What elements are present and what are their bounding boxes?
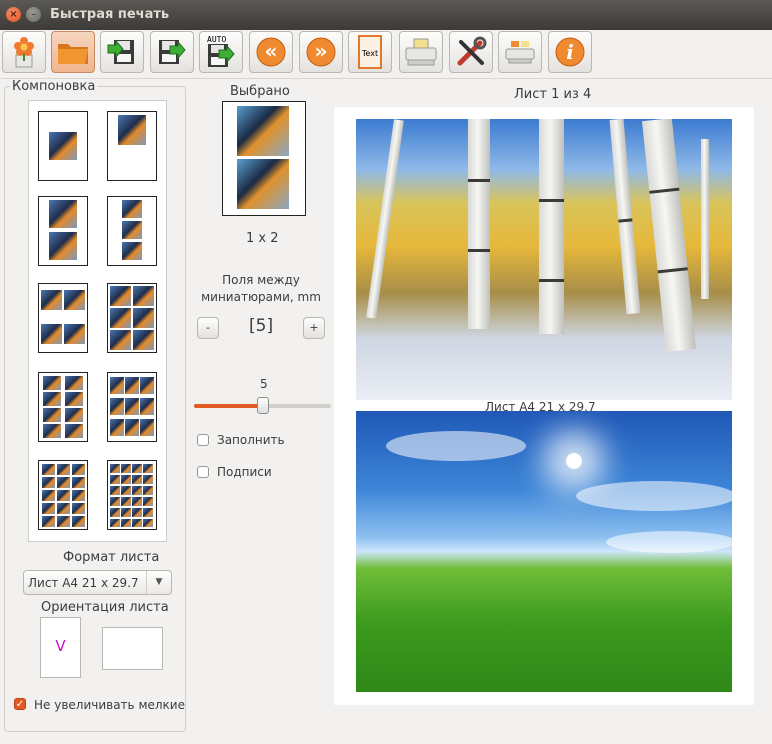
layout-options-list[interactable] — [28, 100, 167, 542]
layout-thumb-3x3[interactable] — [107, 372, 157, 442]
fill-checkbox[interactable] — [197, 434, 209, 446]
about-button[interactable]: i — [548, 31, 592, 73]
selected-grid-size: 1 x 2 — [246, 231, 279, 246]
info-icon: i — [555, 37, 585, 67]
sheet-format-label: Формат листа — [63, 550, 160, 565]
sheet-format-select[interactable]: Лист А4 21 x 29.7 ▼ — [23, 570, 172, 595]
layout-thumb-1x3[interactable] — [107, 196, 157, 266]
no-enlarge-label: Не увеличивать мелкие — [34, 698, 185, 712]
save-in-icon — [107, 39, 134, 64]
svg-text:»: » — [315, 39, 328, 63]
save-out-icon — [159, 40, 186, 64]
svg-text:«: « — [265, 39, 278, 63]
layout-group-label: Компоновка — [10, 79, 98, 94]
preview-photo-meadow-sky — [356, 411, 732, 692]
layout-thumb-1x1[interactable] — [38, 111, 88, 181]
sheet-orientation-label: Ориентация листа — [41, 600, 169, 615]
save-out-button[interactable] — [150, 31, 194, 73]
slider-fill — [194, 404, 263, 408]
captions-label: Подписи — [217, 465, 272, 479]
sheet-format-value: Лист А4 21 x 29.7 — [28, 576, 139, 590]
auto-save-icon: AUTO — [207, 35, 235, 67]
spacing-increase-button[interactable]: + — [303, 317, 325, 339]
no-enlarge-checkbox[interactable]: ✓ — [14, 698, 26, 710]
spacing-decrease-button[interactable]: - — [197, 317, 219, 339]
layout-thumb-2x3[interactable] — [107, 283, 157, 353]
slider-value-label: 5 — [260, 377, 268, 391]
close-window-button[interactable]: × — [6, 7, 21, 22]
settings-button[interactable] — [449, 31, 493, 73]
print-settings-icon — [505, 41, 535, 64]
orientation-portrait-option[interactable]: V — [40, 617, 81, 678]
spacing-value: [5] — [249, 316, 274, 336]
preview-photo-birch-forest — [356, 119, 732, 400]
open-folder-button[interactable] — [51, 31, 95, 73]
auto-save-button[interactable]: AUTO — [199, 31, 243, 73]
slider-handle[interactable] — [256, 397, 269, 414]
selected-layout-preview — [222, 101, 306, 216]
title-bar: × – Быстрая печать — [0, 0, 772, 30]
printer-icon — [405, 38, 437, 66]
layout-thumb-2x2[interactable] — [38, 283, 88, 353]
print-settings-button[interactable] — [498, 31, 542, 73]
sun-glare — [566, 453, 582, 469]
next-page-icon: » — [306, 37, 336, 67]
layout-thumb-4x6[interactable] — [107, 460, 157, 530]
selected-check-icon: V — [55, 637, 66, 655]
folder-icon — [58, 44, 88, 64]
chevron-down-icon: ▼ — [146, 571, 171, 594]
print-button[interactable] — [399, 31, 443, 73]
page-indicator: Лист 1 из 4 — [514, 87, 592, 102]
flower-icon — [14, 37, 34, 68]
toolbar: AUTO « » Text i — [0, 30, 772, 79]
flower-button[interactable] — [2, 31, 46, 73]
fill-label: Заполнить — [217, 433, 285, 447]
prev-page-icon: « — [256, 37, 286, 67]
orientation-landscape-option[interactable] — [102, 627, 163, 670]
text-icon: Text — [358, 35, 382, 69]
save-in-button[interactable] — [100, 31, 144, 73]
layout-thumb-3x5[interactable] — [38, 460, 88, 530]
tools-icon — [457, 36, 487, 66]
minimize-window-button[interactable]: – — [26, 7, 41, 22]
window-title: Быстрая печать — [50, 7, 170, 22]
spacing-label: Поля между миниатюрами, mm — [201, 273, 321, 304]
layout-thumb-2x4[interactable] — [38, 372, 88, 442]
svg-text:AUTO: AUTO — [207, 35, 226, 44]
previous-page-button[interactable]: « — [249, 31, 293, 73]
selected-layout-label: Выбрано — [230, 84, 290, 99]
svg-text:i: i — [566, 40, 574, 64]
next-page-button[interactable]: » — [299, 31, 343, 73]
captions-checkbox[interactable] — [197, 466, 209, 478]
text-button[interactable]: Text — [348, 31, 392, 73]
svg-text:Text: Text — [361, 49, 378, 58]
layout-thumb-1x1-top[interactable] — [107, 111, 157, 181]
layout-thumb-1x2[interactable] — [38, 196, 88, 266]
